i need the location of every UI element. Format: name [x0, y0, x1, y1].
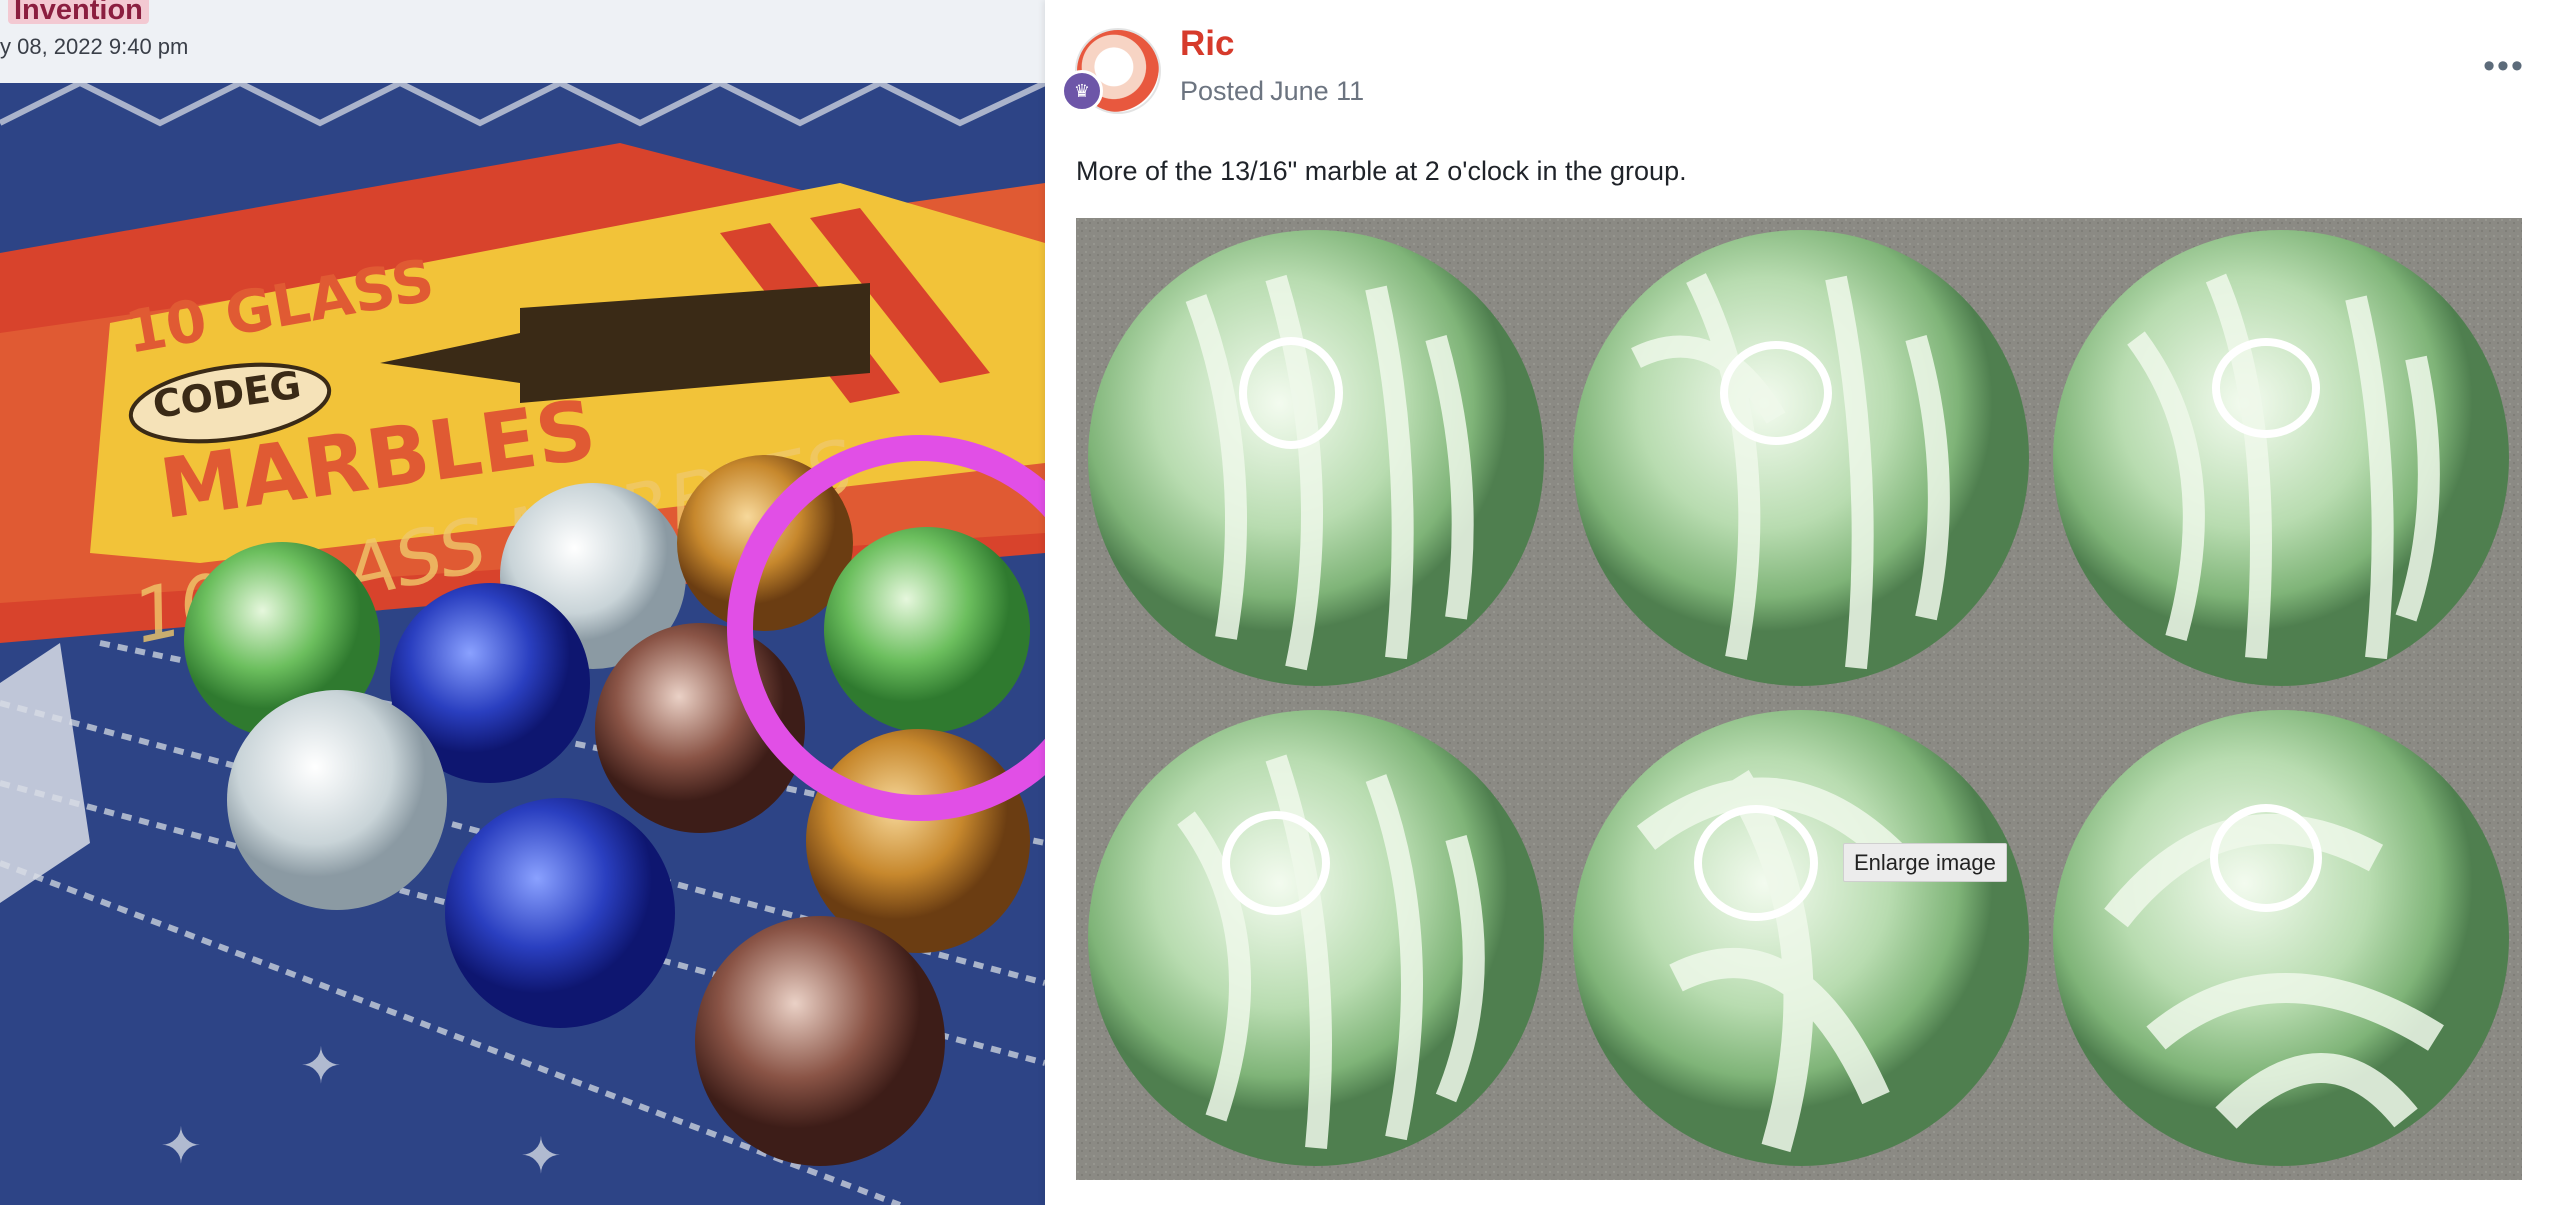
svg-text:✦: ✦ — [520, 1127, 562, 1185]
svg-text:✦: ✦ — [160, 1117, 202, 1175]
marble-photo-2 — [1573, 230, 2029, 686]
marble-photo-4 — [1088, 710, 1544, 1166]
posted-date-value: June 11 — [1270, 76, 1365, 106]
post-body-text: More of the 13/16" marble at 2 o'clock i… — [1076, 156, 1687, 186]
svg-text:✦: ✦ — [300, 1037, 342, 1095]
post-timestamp: y 08, 2022 9:40 pm — [0, 34, 189, 59]
post-image[interactable] — [1076, 218, 2522, 1180]
post-menu-button[interactable]: ••• — [2482, 46, 2526, 85]
author-name-link[interactable]: Ric — [1180, 24, 1234, 64]
ellipsis-icon: ••• — [2483, 46, 2525, 85]
post-panel: ♛ Ric Posted June 11 ••• More of the 13/1… — [1045, 0, 2556, 1205]
post-date[interactable]: Posted June 11 — [1180, 76, 1364, 107]
marble-photo-6 — [2053, 710, 2509, 1166]
marbles-box-photo[interactable]: ✦ ✦ ✦ 10 GLASS CODEG MARBLES 10 GLASS MA… — [0, 83, 1045, 1205]
background-post: Invention y 08, 2022 9:40 pm ✦ ✦ ✦ 10 GL… — [0, 0, 1045, 1205]
enlarge-image-tooltip: Enlarge image — [1843, 843, 2007, 882]
marble-photo-1 — [1088, 230, 1544, 686]
posted-label: Posted — [1180, 76, 1265, 106]
marble-photo-3 — [2053, 230, 2509, 686]
post-tag[interactable]: Invention — [8, 0, 149, 26]
rank-badge-icon: ♛ — [1061, 70, 1103, 112]
marble-photo-5 — [1573, 710, 2029, 1166]
